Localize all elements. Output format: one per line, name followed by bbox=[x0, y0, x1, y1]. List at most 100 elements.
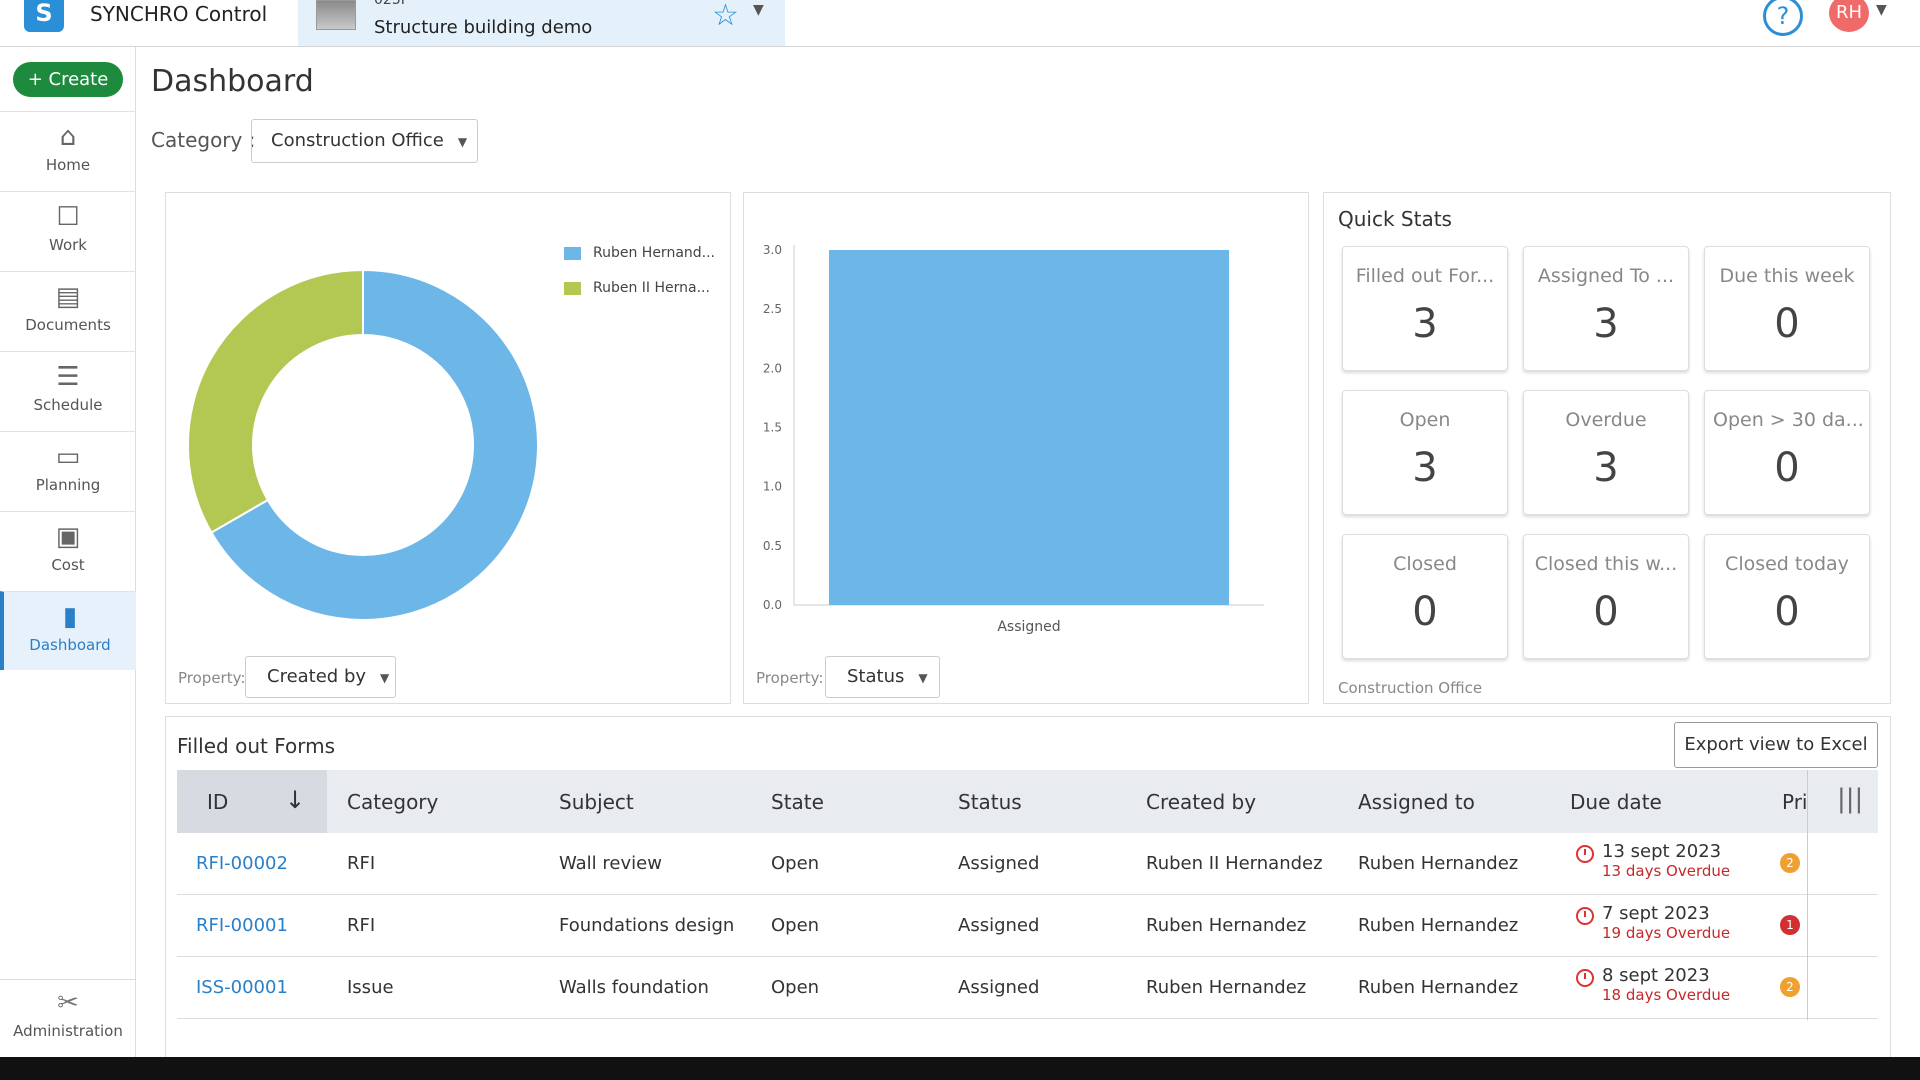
column-header-state[interactable]: State bbox=[771, 790, 824, 814]
user-avatar[interactable]: RH bbox=[1829, 0, 1869, 32]
stat-card[interactable]: Open > 30 da... 0 bbox=[1704, 390, 1870, 515]
stat-card[interactable]: Closed today 0 bbox=[1704, 534, 1870, 659]
cell-created-by: Ruben Hernandez bbox=[1146, 915, 1307, 936]
sort-descending-icon[interactable]: ↓ bbox=[285, 786, 305, 814]
stat-card[interactable]: Open 3 bbox=[1342, 390, 1508, 515]
create-button-label: Create bbox=[48, 69, 109, 90]
bar-chart: 0.0 0.5 1.0 1.5 2.0 2.5 3.0 Assigned bbox=[763, 243, 1264, 635]
column-header-subject[interactable]: Subject bbox=[559, 790, 634, 814]
y-tick-label: 2.5 bbox=[763, 302, 782, 316]
bar-chart-panel: 0.0 0.5 1.0 1.5 2.0 2.5 3.0 Assigned Property: … bbox=[743, 192, 1309, 704]
sidebar-item-administration[interactable]: ✂ Administration bbox=[0, 979, 136, 1057]
synchro-logo-icon[interactable]: S bbox=[24, 0, 64, 32]
property-value: Created by bbox=[267, 666, 367, 687]
donut-chart bbox=[187, 268, 539, 621]
column-header-category[interactable]: Category bbox=[347, 790, 438, 814]
property-dropdown[interactable]: Created by ▼ bbox=[245, 656, 396, 698]
bottom-bar bbox=[0, 1057, 1920, 1080]
cell-state: Open bbox=[771, 915, 820, 936]
donut-slice[interactable] bbox=[187, 268, 364, 534]
priority-badge: 2 bbox=[1780, 853, 1800, 873]
chevron-down-icon[interactable]: ▼ bbox=[753, 2, 764, 18]
legend-label: Ruben Hernand... bbox=[593, 245, 716, 261]
property-dropdown[interactable]: Status ▼ bbox=[825, 656, 940, 698]
property-label: Property: bbox=[756, 669, 824, 687]
cell-category: RFI bbox=[347, 853, 376, 874]
sidebar-item-schedule[interactable]: ☰ Schedule bbox=[0, 351, 136, 430]
chevron-down-icon: ▼ bbox=[918, 671, 928, 685]
column-header-created-by[interactable]: Created by bbox=[1146, 790, 1256, 814]
create-button[interactable]: + Create bbox=[13, 62, 123, 97]
donut-chart-panel: Ruben Hernand... Ruben II Herna... Prope… bbox=[165, 192, 731, 704]
stat-card[interactable]: Due this week 0 bbox=[1704, 246, 1870, 371]
chevron-down-icon: ▼ bbox=[380, 671, 390, 685]
overdue-label: 19 days Overdue bbox=[1602, 924, 1731, 942]
stat-label: Closed today bbox=[1725, 553, 1849, 575]
stat-value: 3 bbox=[1412, 445, 1438, 491]
sidebar-item-dashboard[interactable]: ▮ Dashboard bbox=[0, 591, 136, 670]
sidebar-item-label: Cost bbox=[51, 556, 85, 574]
legend-item[interactable]: Ruben Hernand... bbox=[564, 245, 715, 261]
project-name: Structure building demo bbox=[374, 17, 593, 38]
sidebar-item-label: Home bbox=[45, 156, 91, 174]
bar[interactable] bbox=[829, 250, 1229, 605]
dashboard-icon: ▮ bbox=[62, 602, 78, 632]
legend-item[interactable]: Ruben II Herna... bbox=[564, 280, 710, 296]
sidebar-item-documents[interactable]: ▤ Documents bbox=[0, 271, 136, 350]
column-chooser-icon[interactable]: ||| bbox=[1837, 784, 1863, 814]
stat-card[interactable]: Closed 0 bbox=[1342, 534, 1508, 659]
stat-label: Closed bbox=[1393, 553, 1457, 575]
y-tick-label: 3.0 bbox=[763, 243, 782, 257]
stat-value: 0 bbox=[1412, 589, 1438, 635]
project-code: 025I bbox=[374, 0, 405, 8]
help-icon[interactable]: ? bbox=[1763, 0, 1803, 36]
sidebar: + Create ⌂ Home ☐ Work ▤ Documents ☰ Schedul… bbox=[0, 47, 136, 1057]
clock-icon bbox=[1576, 845, 1594, 863]
project-selector[interactable]: 025I Structure building demo ☆ ▼ bbox=[298, 0, 785, 46]
favorite-star-icon[interactable]: ☆ bbox=[712, 0, 739, 33]
form-id-link[interactable]: RFI-00002 bbox=[196, 853, 288, 874]
stat-value: 0 bbox=[1774, 589, 1800, 635]
column-header-assigned-to[interactable]: Assigned to bbox=[1358, 790, 1475, 814]
sidebar-item-home[interactable]: ⌂ Home bbox=[0, 111, 136, 190]
table-row[interactable]: RFI-00002 RFI Wall review Open Assigned Ruben… bbox=[177, 833, 1878, 895]
stat-label: Filled out For... bbox=[1355, 265, 1495, 287]
cell-subject: Wall review bbox=[559, 853, 662, 874]
tools-icon: ✂ bbox=[57, 988, 79, 1018]
table-row[interactable]: RFI-00001 RFI Foundations design Open Assign… bbox=[177, 895, 1878, 957]
sidebar-item-cost[interactable]: ▣ Cost bbox=[0, 511, 136, 590]
cell-state: Open bbox=[771, 853, 820, 874]
cell-assigned-to: Ruben Hernandez bbox=[1358, 853, 1519, 874]
stat-card[interactable]: Overdue 3 bbox=[1523, 390, 1689, 515]
stat-label: Open > 30 da... bbox=[1713, 409, 1864, 431]
avatar-chevron-down-icon[interactable]: ▼ bbox=[1876, 2, 1887, 18]
column-header-priority[interactable]: Pri bbox=[1782, 790, 1808, 814]
stat-card[interactable]: Closed this w... 0 bbox=[1523, 534, 1689, 659]
export-excel-button[interactable]: Export view to Excel bbox=[1674, 722, 1878, 768]
form-id-link[interactable]: RFI-00001 bbox=[196, 915, 288, 936]
form-id-link[interactable]: ISS-00001 bbox=[196, 977, 288, 998]
column-header-status[interactable]: Status bbox=[958, 790, 1022, 814]
schedule-icon: ☰ bbox=[56, 362, 80, 392]
sidebar-item-work[interactable]: ☐ Work bbox=[0, 191, 136, 270]
stat-label: Due this week bbox=[1719, 265, 1855, 287]
sidebar-item-label: Dashboard bbox=[29, 636, 111, 654]
y-tick-label: 1.5 bbox=[763, 421, 782, 435]
category-dropdown[interactable]: Construction Office ▼ bbox=[251, 119, 478, 163]
column-divider bbox=[1807, 770, 1808, 1020]
sidebar-item-planning[interactable]: ▭ Planning bbox=[0, 431, 136, 510]
stat-label: Closed this w... bbox=[1534, 553, 1678, 575]
stat-label: Overdue bbox=[1565, 409, 1647, 431]
cell-status: Assigned bbox=[958, 853, 1040, 874]
planning-icon: ▭ bbox=[55, 442, 81, 472]
stat-label: Open bbox=[1399, 409, 1451, 431]
stat-card[interactable]: Assigned To ... 3 bbox=[1523, 246, 1689, 371]
column-header-id[interactable]: ID bbox=[207, 790, 228, 814]
sidebar-item-label: Planning bbox=[35, 476, 101, 494]
table-row[interactable]: ISS-00001 Issue Walls foundation Open Assign… bbox=[177, 957, 1878, 1019]
document-icon: ▤ bbox=[55, 282, 81, 312]
column-header-due-date[interactable]: Due date bbox=[1570, 790, 1662, 814]
forms-title: Filled out Forms bbox=[177, 734, 335, 758]
stat-card[interactable]: Filled out For... 3 bbox=[1342, 246, 1508, 371]
property-label: Property: bbox=[178, 669, 246, 687]
